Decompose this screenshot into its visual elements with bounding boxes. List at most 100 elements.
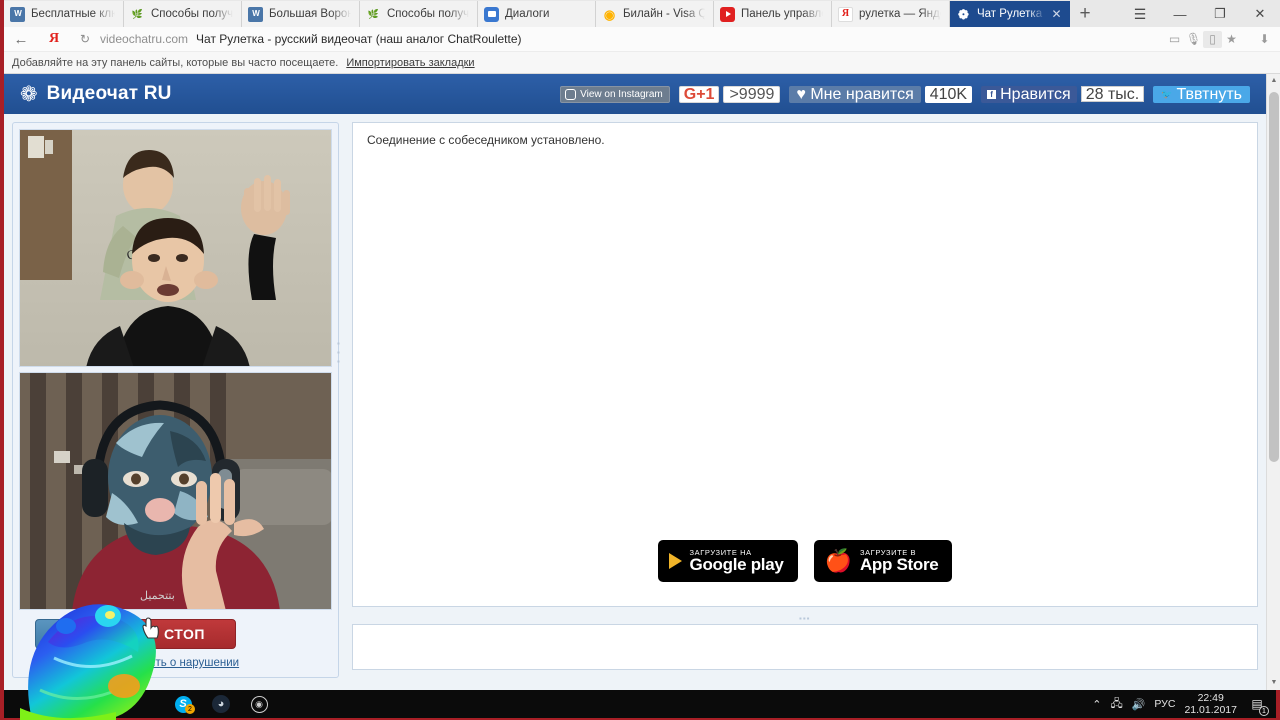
instagram-button[interactable]: View on Instagram [560,85,670,103]
site-name: Видеочат RU [46,83,172,104]
app-store-large-label: App Store [859,554,939,574]
back-icon[interactable]: ← [4,31,38,48]
new-tab-button[interactable]: + [1070,1,1100,27]
facebook-like-count: 28 тыс. [1080,86,1145,103]
page-scrollbar[interactable]: ▲ ▼ [1266,74,1280,690]
url-page-title: Чат Рулетка - русский видеочат (наш анал… [196,32,522,46]
google-play-badge[interactable]: ЗАГРУЗИТЕ НА Google play [657,540,798,582]
app-store-badge[interactable]: 🍎 Загрузите в App Store [813,540,953,582]
reload-icon[interactable]: ↻ [70,32,100,46]
close-icon[interactable]: ✕ [1050,8,1063,21]
browser-tab-strip: Бесплатные ключи 🌿 Способы получения Бол… [4,0,1280,27]
taskbar-steam[interactable]: ◕ [202,690,240,718]
video-controls: Далее СТОП [19,619,332,649]
yandex-icon: Я [838,6,853,22]
instagram-label: View on Instagram [580,88,663,100]
volume-icon[interactable]: 🔊 [1132,698,1146,711]
tab-title: Чат Рулетка - ру [977,8,1046,20]
remote-video: GROW [19,129,332,367]
clock-time: 22:49 [1197,692,1224,704]
notification-center-icon[interactable]: ▤ 1 [1246,693,1269,716]
network-icon[interactable]: 🖧 [1110,695,1122,714]
chat-panel: Соединение с собеседником установлено. З… [347,122,1266,678]
google-plus-button[interactable]: G+1 >9999 [678,85,781,103]
twitter-icon: 🐦 [1161,88,1173,99]
chat-log: Соединение с собеседником установлено. З… [352,122,1258,607]
site-header: ❁ Видеочат RU View on Instagram G+1 >999… [4,74,1266,114]
browser-tab[interactable]: Бесплатные ключи [4,1,124,27]
scrollbar-thumb[interactable] [1269,92,1279,462]
taskbar-skype[interactable]: S 2 [164,690,202,718]
facebook-like-label: f Нравится [981,85,1077,103]
bookmark-star-icon[interactable]: ★ [1222,32,1241,46]
tab-title: Билайн - Visa QIWI [623,8,706,20]
tab-title: Способы получения [151,8,234,20]
import-bookmarks-link[interactable]: Импортировать закладки [346,57,474,69]
browser-tab-active[interactable]: ❁ Чат Рулетка - ру ✕ [950,1,1070,27]
vk-like-button[interactable]: ♥ Мне нравится 410K [789,85,973,103]
browser-tab[interactable]: Большая Воронежская [242,1,360,27]
flower-icon: ❁ [20,82,38,106]
browser-menu-button[interactable]: ☰ [1120,1,1160,27]
windows-taskbar: S 2 ◕ ◉ ⌃ 🖧 🔊 РУС 22:49 21.01.2017 ▤ 1 [4,690,1276,718]
vk-icon [10,6,25,22]
video-panel: GROW [12,122,339,678]
gplus-label: G+1 [678,85,720,103]
download-icon[interactable]: ⬇ [1255,32,1274,46]
obs-icon: ◉ [250,695,268,713]
local-video-frame: بتتحميل [20,373,331,609]
social-buttons: View on Instagram G+1 >9999 ♥ Мне нравит… [560,85,1250,103]
next-button[interactable]: Далее [35,619,124,649]
url-host: videochatru.com [100,32,189,46]
apple-icon: 🍎 [824,548,852,573]
browser-tab[interactable]: ◉ Билайн - Visa QIWI [596,1,714,27]
site-logo[interactable]: ❁ Видеочат RU [20,82,172,107]
column-splitter[interactable]: ▪ ▪ ▪ [337,339,341,366]
address-bar-icons: ▭ 🎙 ▯ ★ ⬇ [1165,30,1274,48]
notification-count: 1 [1259,706,1269,716]
maximize-button[interactable]: ❐ [1200,1,1240,27]
browser-tab[interactable]: Панель управления [714,1,832,27]
microphone-icon[interactable]: 🎙 [1184,32,1203,46]
page-content: ❁ Видеочат RU View on Instagram G+1 >999… [4,74,1280,690]
scroll-down-icon[interactable]: ▼ [1267,676,1280,690]
youtube-icon [720,6,735,22]
message-icon [484,6,499,22]
gplus-count: >9999 [723,85,781,103]
local-video: بتتحميل [19,372,332,610]
chat-status-message: Соединение с собеседником установлено. [367,133,605,147]
google-play-icon [668,553,682,569]
twitter-button[interactable]: 🐦 Тввтнуть [1153,85,1250,103]
chat-splitter[interactable]: ▪▪▪ [799,614,811,623]
browser-window: Бесплатные ключи 🌿 Способы получения Бол… [4,0,1280,690]
browser-tab[interactable]: 🌿 Способы получения [360,1,478,27]
browser-tab[interactable]: Диалоги [478,1,596,27]
chat-message-input[interactable] [352,624,1258,670]
close-window-button[interactable]: ✕ [1240,1,1280,27]
tab-title: Панель управления [741,8,824,20]
browser-tab[interactable]: 🌿 Способы получения [124,1,242,27]
yandex-icon[interactable]: Я [38,31,70,47]
system-tray: ⌃ 🖧 🔊 РУС 22:49 21.01.2017 ▤ 1 [1092,692,1269,716]
reader-icon[interactable]: ▯ [1203,30,1222,48]
camera-icon[interactable]: ▭ [1165,32,1184,46]
leaf-icon: 🌿 [131,8,144,19]
language-indicator[interactable]: РУС [1154,698,1175,710]
skype-badge: 2 [185,704,195,714]
url-input[interactable]: videochatru.com Чат Рулетка - русский ви… [100,32,1165,46]
minimize-button[interactable]: — [1160,1,1200,27]
taskbar-obs[interactable]: ◉ [240,690,278,718]
facebook-like-button[interactable]: f Нравится 28 тыс. [981,85,1145,103]
instagram-icon [565,88,577,100]
bookmarks-hint: Добавляйте на эту панель сайты, которые … [12,56,339,69]
twitter-label: Тввтнуть [1176,85,1242,103]
clock-date: 21.01.2017 [1184,704,1237,716]
vk-like-count: 410K [924,85,973,103]
clock[interactable]: 22:49 21.01.2017 [1184,692,1237,716]
report-violation-link[interactable]: Сообщить о нарушении [19,657,332,669]
mouse-cursor [142,617,159,639]
tab-title: Бесплатные ключи [31,8,116,20]
browser-tab[interactable]: Я рулетка — Яндекс [832,1,950,27]
scroll-up-icon[interactable]: ▲ [1267,74,1280,88]
show-hidden-icons[interactable]: ⌃ [1092,698,1101,711]
